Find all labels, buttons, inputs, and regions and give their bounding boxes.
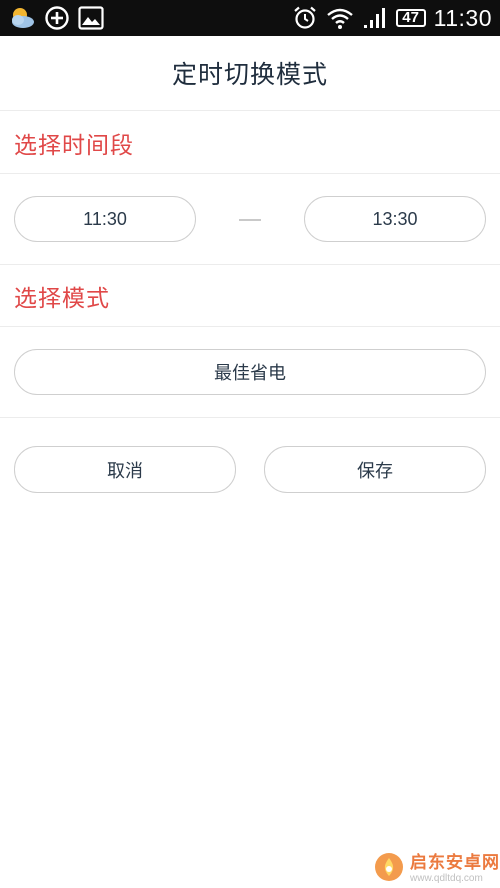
status-clock: 11:30 (433, 4, 492, 31)
time-range-row: 11:30 13:30 (0, 174, 500, 265)
alarm-icon (292, 5, 318, 31)
watermark-logo-icon (374, 852, 404, 886)
save-button[interactable]: 保存 (264, 446, 486, 493)
mode-row: 最佳省电 (0, 327, 500, 418)
mode-select-button[interactable]: 最佳省电 (14, 349, 486, 395)
status-right: 47 11:30 (292, 4, 492, 32)
end-time-button[interactable]: 13:30 (304, 196, 486, 242)
page-title: 定时切换模式 (171, 60, 328, 89)
weather-icon (8, 6, 36, 30)
start-time-button[interactable]: 11:30 (14, 196, 196, 242)
cancel-button[interactable]: 取消 (14, 446, 236, 493)
signal-icon (362, 6, 388, 30)
battery-indicator: 47 (395, 9, 426, 27)
watermark-brand: 启东安卓网 (410, 852, 500, 873)
watermark: 启东安卓网 www.qdltdq.com (374, 852, 500, 886)
time-range-separator (239, 219, 261, 221)
add-circle-icon (44, 5, 70, 31)
app-header: 定时切换模式 (0, 36, 500, 111)
mode-section-heading: 选择模式 (0, 265, 500, 327)
status-left (8, 4, 104, 32)
time-section-heading: 选择时间段 (0, 112, 500, 174)
watermark-url: www.qdltdq.com (410, 872, 483, 884)
status-bar: 47 11:30 (0, 0, 500, 36)
wifi-icon (326, 6, 354, 30)
image-icon (78, 6, 104, 30)
